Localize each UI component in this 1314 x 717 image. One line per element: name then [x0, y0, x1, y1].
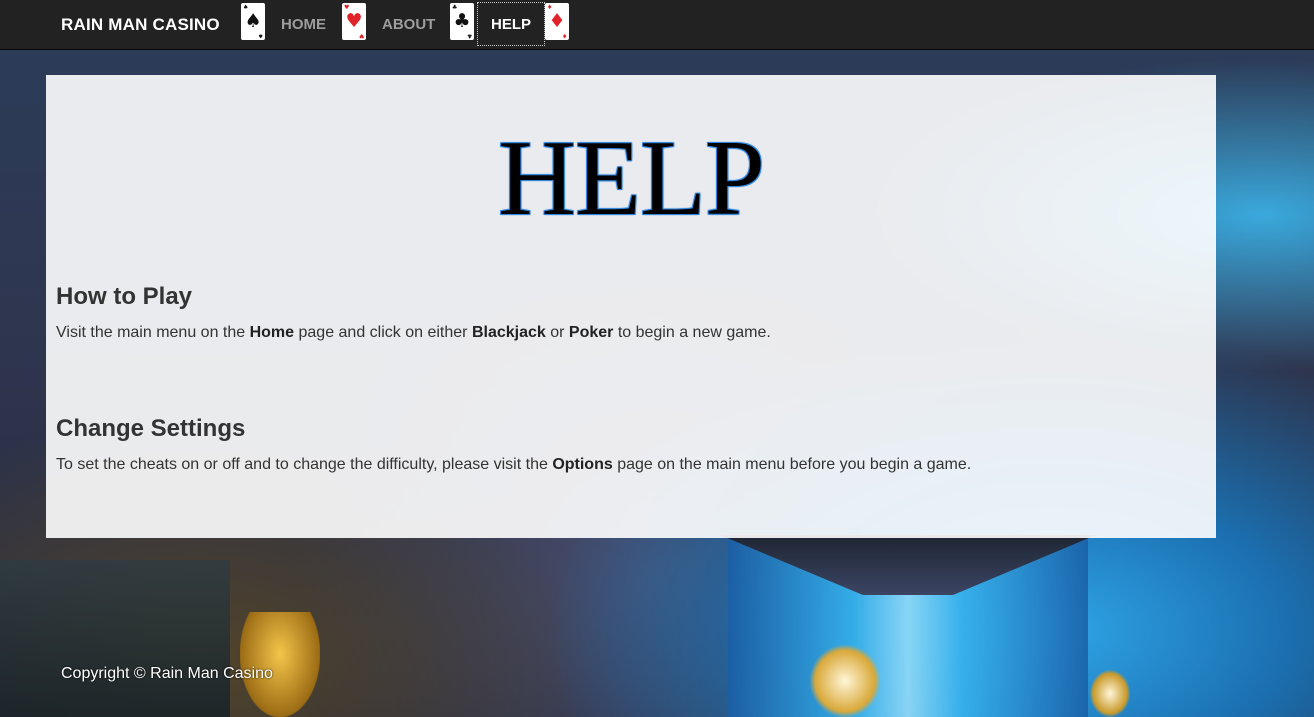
section-heading-change-settings: Change Settings [56, 415, 246, 442]
section-heading-how-to-play: How to Play [56, 283, 193, 310]
diamond-card-icon: ♦ ♦ ♦ [545, 3, 569, 40]
spade-card-icon: ♠ ♠ ♠ [241, 3, 265, 40]
background-art-lamp [810, 645, 880, 717]
diamond-icon: ♦ [548, 10, 566, 32]
club-card-icon: ♣ ♣ ♣ [450, 3, 474, 40]
top-navbar: RAIN MAN CASINO ♠ ♠ ♠ HOME ♥ ♥ ♥ ABOUT ♣… [0, 0, 1314, 50]
section-text-how-to-play: Visit the main menu on the Home page and… [56, 324, 771, 341]
spade-icon: ♠ [244, 10, 262, 32]
background-art-pillar [728, 535, 1088, 717]
background-art-roof [720, 535, 1096, 595]
footer-copyright: Copyright © Rain Man Casino [61, 665, 273, 682]
club-icon: ♣ [453, 10, 471, 32]
heart-card-icon: ♥ ♥ ♥ [342, 3, 366, 40]
nav-about-link[interactable]: ABOUT [382, 0, 435, 50]
keyword-blackjack: Blackjack [471, 324, 546, 341]
keyword-poker: Poker [568, 324, 614, 341]
background-art-lamp [1090, 670, 1130, 717]
nav-help-link[interactable]: HELP [477, 2, 546, 46]
keyword-options: Options [552, 456, 613, 473]
help-content-panel: HELP How to Play Visit the main menu on … [46, 75, 1216, 538]
background-art-left [0, 560, 230, 717]
nav-home-link[interactable]: HOME [281, 0, 326, 50]
keyword-home: Home [249, 324, 295, 341]
page-title: HELP [498, 119, 765, 238]
heart-icon: ♥ [345, 10, 363, 32]
brand-link[interactable]: RAIN MAN CASINO [61, 0, 220, 50]
section-text-change-settings: To set the cheats on or off and to chang… [56, 456, 972, 473]
